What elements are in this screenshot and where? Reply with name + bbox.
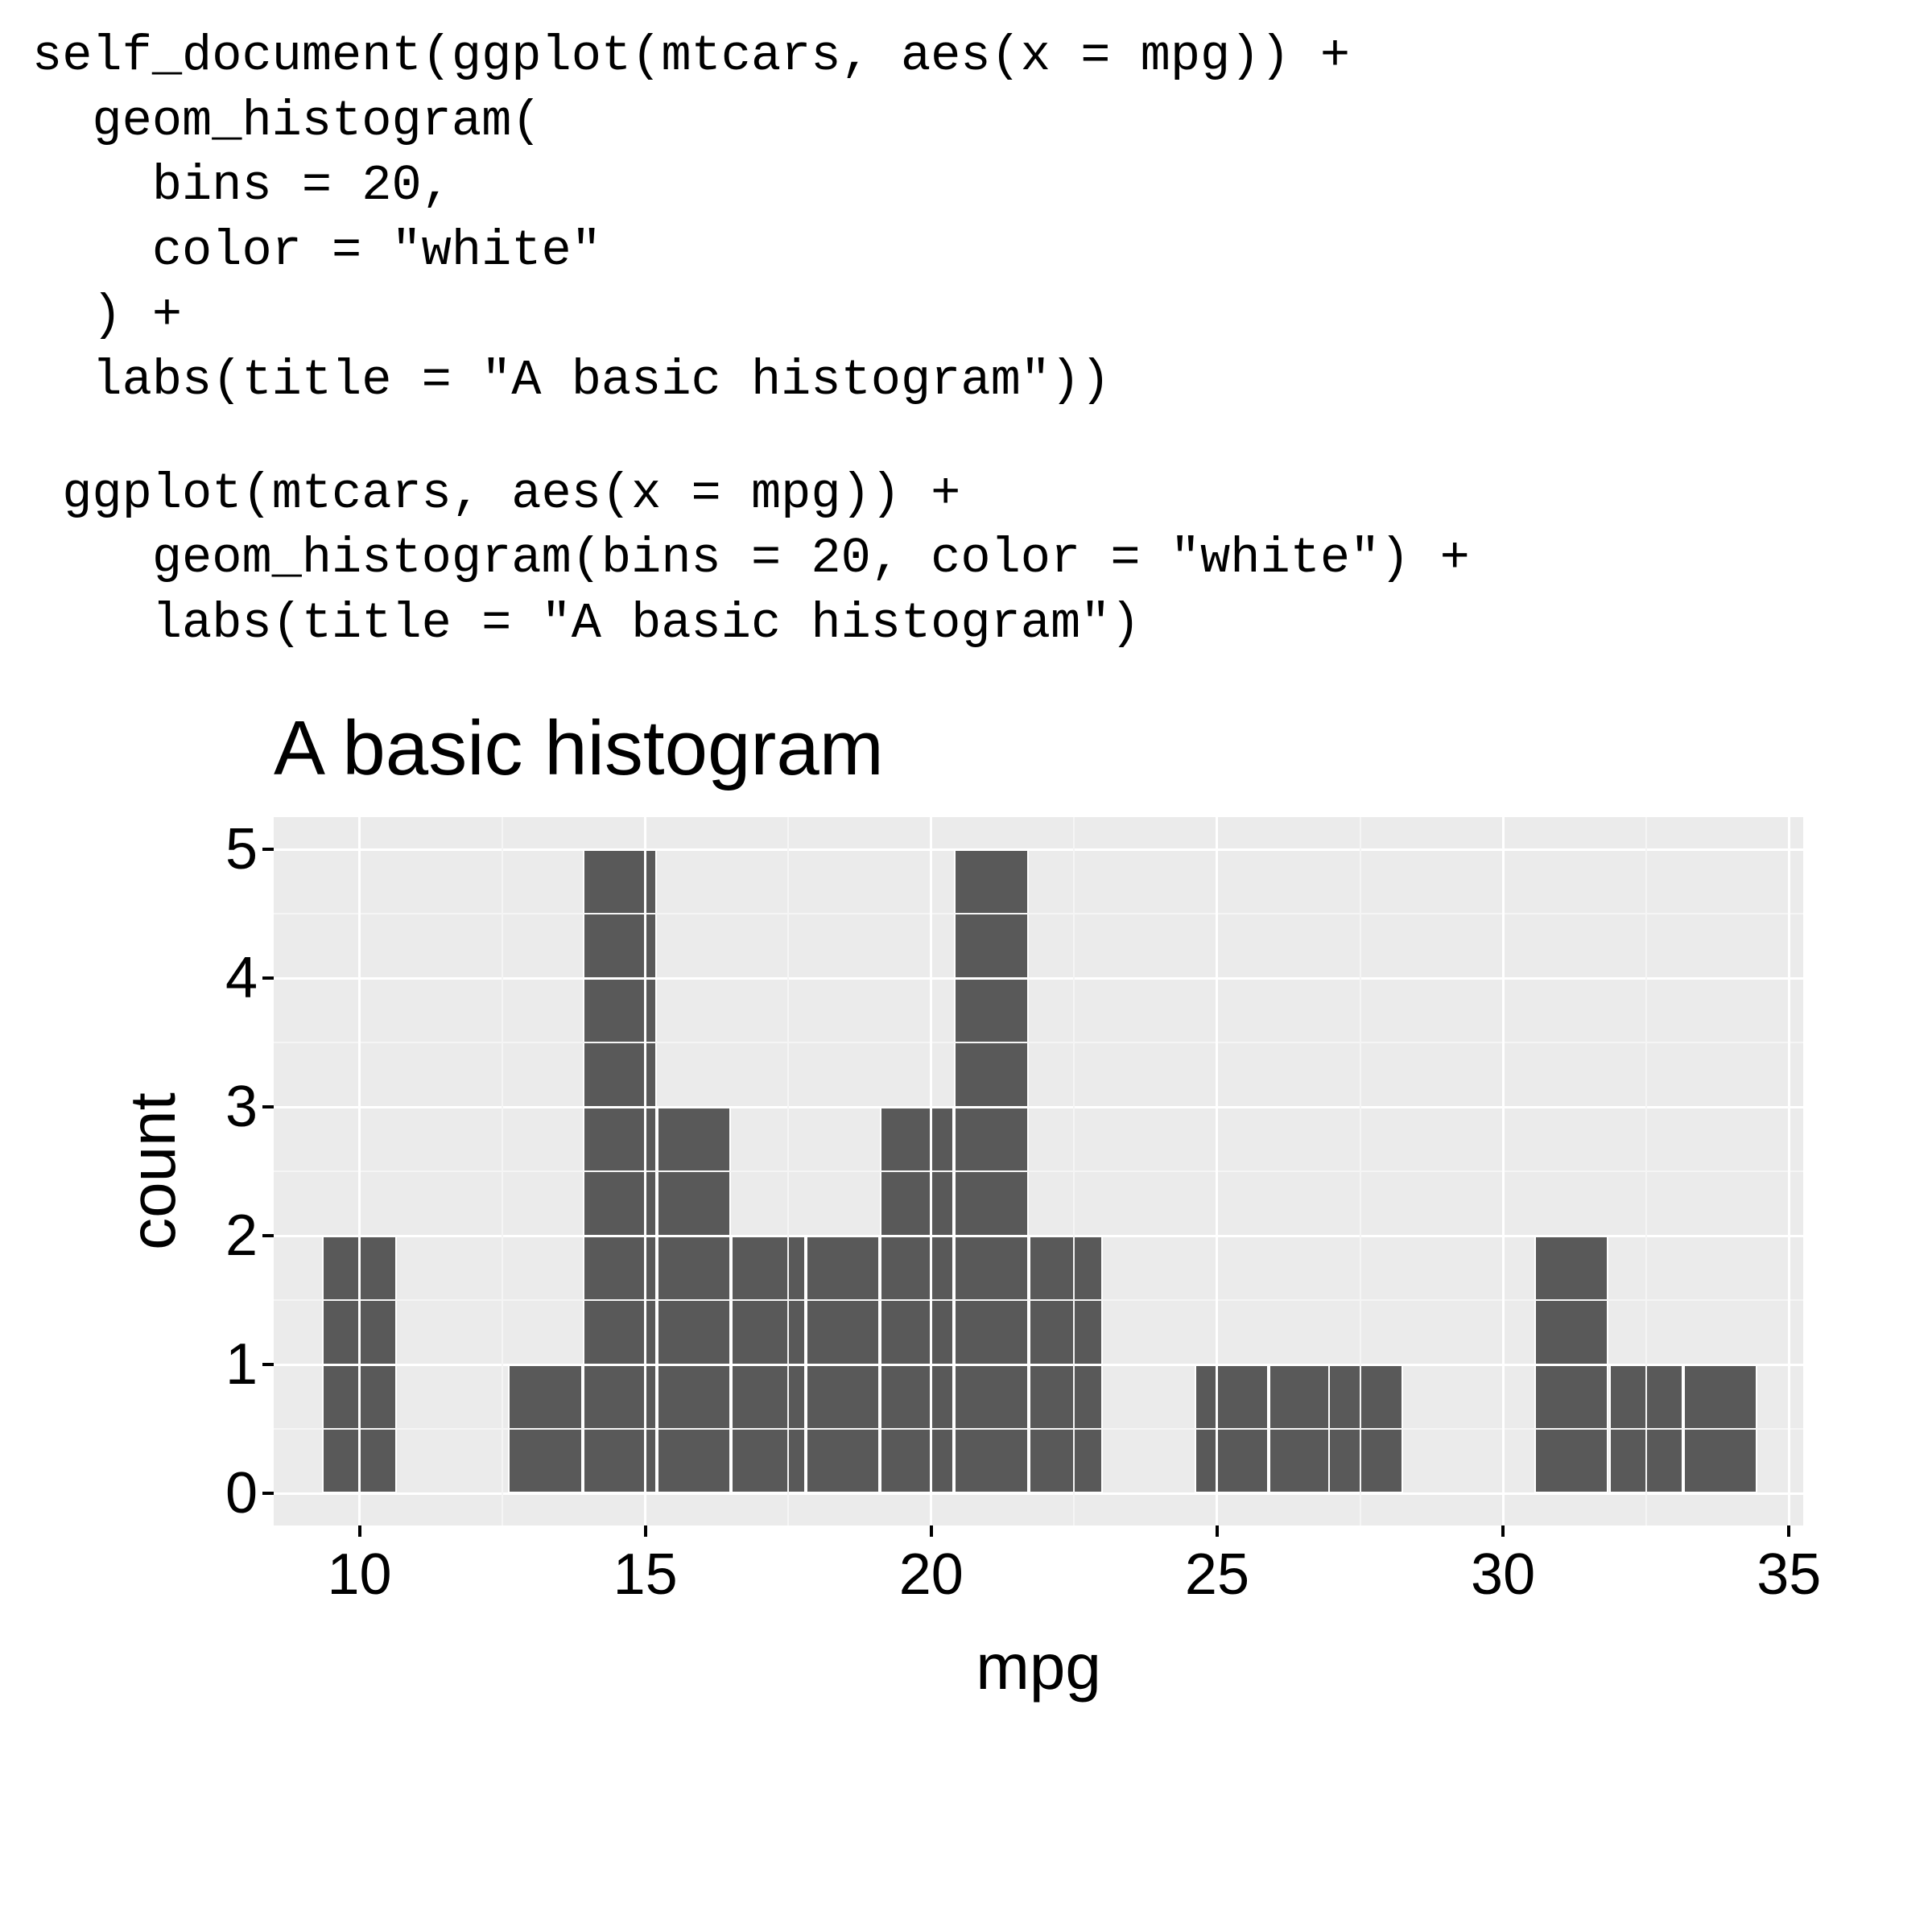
x-tick-label: 10 bbox=[327, 1542, 391, 1608]
x-tick-label: 35 bbox=[1757, 1542, 1821, 1608]
x-tick-label: 15 bbox=[613, 1542, 678, 1608]
y-axis-label: count bbox=[116, 1092, 190, 1250]
code-block-1: self_document(ggplot(mtcars, aes(x = mpg… bbox=[32, 24, 1900, 414]
chart-title: A basic histogram bbox=[274, 704, 1811, 793]
x-tick-label: 25 bbox=[1185, 1542, 1249, 1608]
code-block-2: ggplot(mtcars, aes(x = mpg)) + geom_hist… bbox=[32, 462, 1900, 657]
y-axis-ticks: 0 1 2 3 4 5 bbox=[185, 817, 274, 1525]
y-tick-label: 3 bbox=[225, 1074, 258, 1140]
y-tick-label: 4 bbox=[225, 945, 258, 1011]
y-tick-label: 0 bbox=[225, 1460, 258, 1526]
x-tick-label: 20 bbox=[899, 1542, 964, 1608]
plot-panel bbox=[274, 817, 1803, 1525]
x-axis-ticks: 101520253035 bbox=[274, 1525, 1803, 1622]
y-tick-label: 1 bbox=[225, 1331, 258, 1397]
y-tick-label: 2 bbox=[225, 1203, 258, 1269]
x-tick-label: 30 bbox=[1471, 1542, 1535, 1608]
y-tick-label: 5 bbox=[225, 816, 258, 882]
histogram-chart: A basic histogram count 012345 101520253… bbox=[121, 704, 1811, 1704]
x-axis-label: mpg bbox=[274, 1630, 1803, 1704]
